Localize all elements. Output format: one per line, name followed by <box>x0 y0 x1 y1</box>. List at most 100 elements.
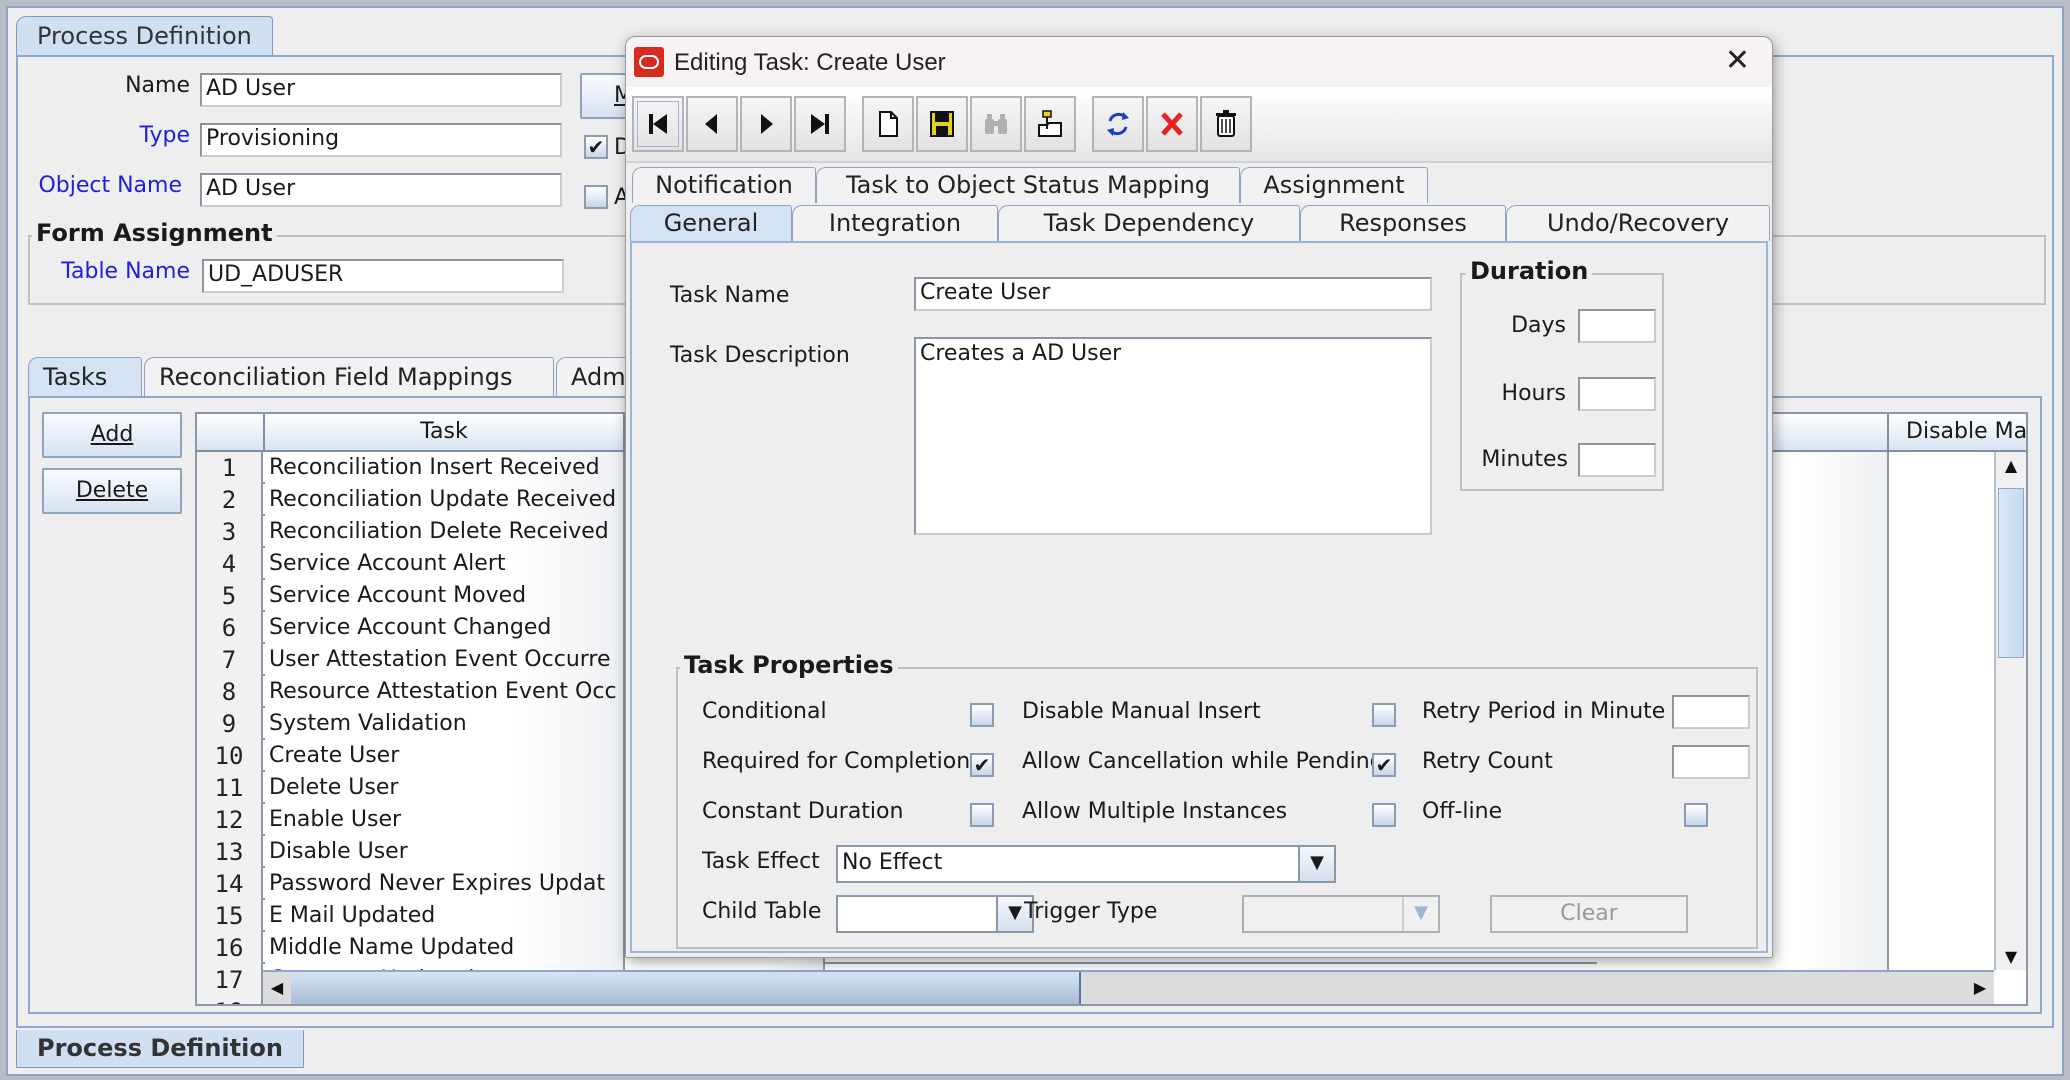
scroll-right-icon[interactable]: ▶ <box>1970 978 1990 997</box>
row-number: 14 <box>197 868 263 900</box>
tab-task-to-object-status-mapping[interactable]: Task to Object Status Mapping <box>816 167 1240 203</box>
bottom-tab-process-definition[interactable]: Process Definition <box>16 1030 304 1068</box>
cancel-button[interactable] <box>1146 96 1198 152</box>
table-name-label[interactable]: Table Name <box>38 259 190 284</box>
pin-folder-icon <box>1038 110 1062 137</box>
days-field[interactable] <box>1578 309 1656 343</box>
previous-record-button[interactable] <box>686 96 738 152</box>
form-assignment-title: Form Assignment <box>32 219 277 247</box>
save-button[interactable] <box>916 96 968 152</box>
last-record-button[interactable] <box>794 96 846 152</box>
refresh-button[interactable] <box>1092 96 1144 152</box>
refresh-icon <box>1107 112 1129 136</box>
row-number: 9 <box>197 708 263 740</box>
disable-manual-insert-checkbox[interactable] <box>1372 703 1396 727</box>
task-cell[interactable]: User Attestation Event Occurre <box>265 644 625 676</box>
new-button[interactable] <box>862 96 914 152</box>
type-field[interactable]: Provisioning <box>200 123 562 157</box>
tab-notification[interactable]: Notification <box>632 167 816 203</box>
tab-reconciliation-field-mappings[interactable]: Reconciliation Field Mappings <box>144 357 554 397</box>
task-effect-select[interactable]: No Effect ▼ <box>836 845 1336 883</box>
editing-task-dialog: Editing Task: Create User ✕ Notification… <box>625 36 1773 958</box>
row-number: 12 <box>197 804 263 836</box>
auto-checkbox[interactable] <box>584 185 608 209</box>
allow-multiple-instances-checkbox[interactable] <box>1372 803 1396 827</box>
minutes-field[interactable] <box>1578 443 1656 477</box>
task-cell[interactable]: Reconciliation Update Received <box>265 484 625 516</box>
task-cell[interactable]: Service Account Moved <box>265 580 625 612</box>
task-cell[interactable]: Service Account Alert <box>265 548 625 580</box>
task-cell[interactable]: Disable User <box>265 836 625 868</box>
vertical-scroll-thumb[interactable] <box>1998 488 2024 658</box>
offline-checkbox[interactable] <box>1684 803 1708 827</box>
conditional-checkbox[interactable] <box>970 703 994 727</box>
task-cell[interactable]: Service Account Changed <box>265 612 625 644</box>
scroll-left-icon[interactable]: ◀ <box>267 978 287 997</box>
hours-field[interactable] <box>1578 377 1656 411</box>
first-record-button[interactable] <box>632 96 684 152</box>
required-for-completion-checkbox[interactable]: ✔ <box>970 753 994 777</box>
task-cell[interactable]: Reconciliation Delete Received <box>265 516 625 548</box>
task-cell[interactable]: Middle Name Updated <box>265 932 625 964</box>
tab-process-definition[interactable]: Process Definition <box>16 16 273 56</box>
task-description-label: Task Description <box>670 343 850 368</box>
retry-period-field[interactable] <box>1672 695 1750 729</box>
scroll-up-icon[interactable]: ▲ <box>1996 456 2026 475</box>
scroll-down-icon[interactable]: ▼ <box>1996 947 2026 966</box>
task-cell[interactable]: System Validation <box>265 708 625 740</box>
clear-button[interactable]: Clear <box>1490 895 1688 933</box>
task-description-field[interactable]: Creates a AD User <box>914 337 1432 535</box>
tab-integration[interactable]: Integration <box>792 205 998 241</box>
oracle-logo-icon <box>634 47 664 77</box>
retry-count-field[interactable] <box>1672 745 1750 779</box>
task-cell[interactable]: Delete User <box>265 772 625 804</box>
task-cell[interactable]: Reconciliation Insert Received <box>265 452 625 484</box>
child-table-label: Child Table <box>702 899 822 924</box>
row-number: 3 <box>197 516 263 548</box>
save-icon <box>930 111 954 137</box>
tab-undo-recovery[interactable]: Undo/Recovery <box>1506 205 1770 241</box>
tab-tasks[interactable]: Tasks <box>28 357 142 397</box>
trigger-type-select[interactable]: ▼ <box>1242 895 1440 933</box>
previous-icon <box>705 114 717 134</box>
next-record-button[interactable] <box>740 96 792 152</box>
column-header-disable-manual[interactable]: Disable Manu. <box>1889 414 2026 452</box>
delete-button-toolbar[interactable] <box>1200 96 1252 152</box>
horizontal-scrollbar[interactable]: ◀ ▶ <box>263 970 1994 1004</box>
tab-general[interactable]: General <box>630 205 792 241</box>
task-cell[interactable]: Password Never Expires Updat <box>265 868 625 900</box>
name-field[interactable]: AD User <box>200 73 562 107</box>
column-header-task[interactable]: Task <box>265 414 625 452</box>
object-name-field[interactable]: AD User <box>200 173 562 207</box>
general-tab-panel: Task Name Create User Task Description C… <box>630 241 1768 953</box>
dialog-titlebar[interactable]: Editing Task: Create User ✕ <box>626 37 1772 87</box>
constant-duration-checkbox[interactable] <box>970 803 994 827</box>
type-label[interactable]: Type <box>78 123 190 148</box>
task-cell[interactable]: Create User <box>265 740 625 772</box>
chevron-down-icon[interactable]: ▼ <box>1402 897 1438 931</box>
vertical-scrollbar[interactable]: ▲ ▼ <box>1994 452 2026 970</box>
object-name-label[interactable]: Object Name <box>22 173 182 198</box>
close-icon[interactable]: ✕ <box>1725 45 1750 77</box>
required-for-completion-label: Required for Completion <box>702 749 971 774</box>
tab-assignment[interactable]: Assignment <box>1240 167 1428 203</box>
task-cell[interactable]: E Mail Updated <box>265 900 625 932</box>
row-number: 16 <box>197 932 263 964</box>
find-button[interactable] <box>970 96 1022 152</box>
row-number: 15 <box>197 900 263 932</box>
table-name-field[interactable]: UD_ADUSER <box>202 259 564 293</box>
tab-task-dependency[interactable]: Task Dependency <box>998 205 1300 241</box>
chevron-down-icon[interactable]: ▼ <box>1298 847 1334 881</box>
allow-cancellation-checkbox[interactable]: ✔ <box>1372 753 1396 777</box>
horizontal-scroll-thumb[interactable] <box>291 972 1081 1004</box>
task-name-field[interactable]: Create User <box>914 277 1432 311</box>
delete-button[interactable]: Delete <box>42 468 182 514</box>
default-process-checkbox[interactable]: ✔ <box>584 135 608 159</box>
task-cell[interactable]: Resource Attestation Event Occ <box>265 676 625 708</box>
task-cell[interactable]: Enable User <box>265 804 625 836</box>
tab-responses[interactable]: Responses <box>1300 205 1506 241</box>
child-table-select[interactable]: ▼ <box>836 895 1034 933</box>
assign-button[interactable] <box>1024 96 1076 152</box>
add-button[interactable]: Add <box>42 412 182 458</box>
task-effect-value: No Effect <box>842 850 943 875</box>
